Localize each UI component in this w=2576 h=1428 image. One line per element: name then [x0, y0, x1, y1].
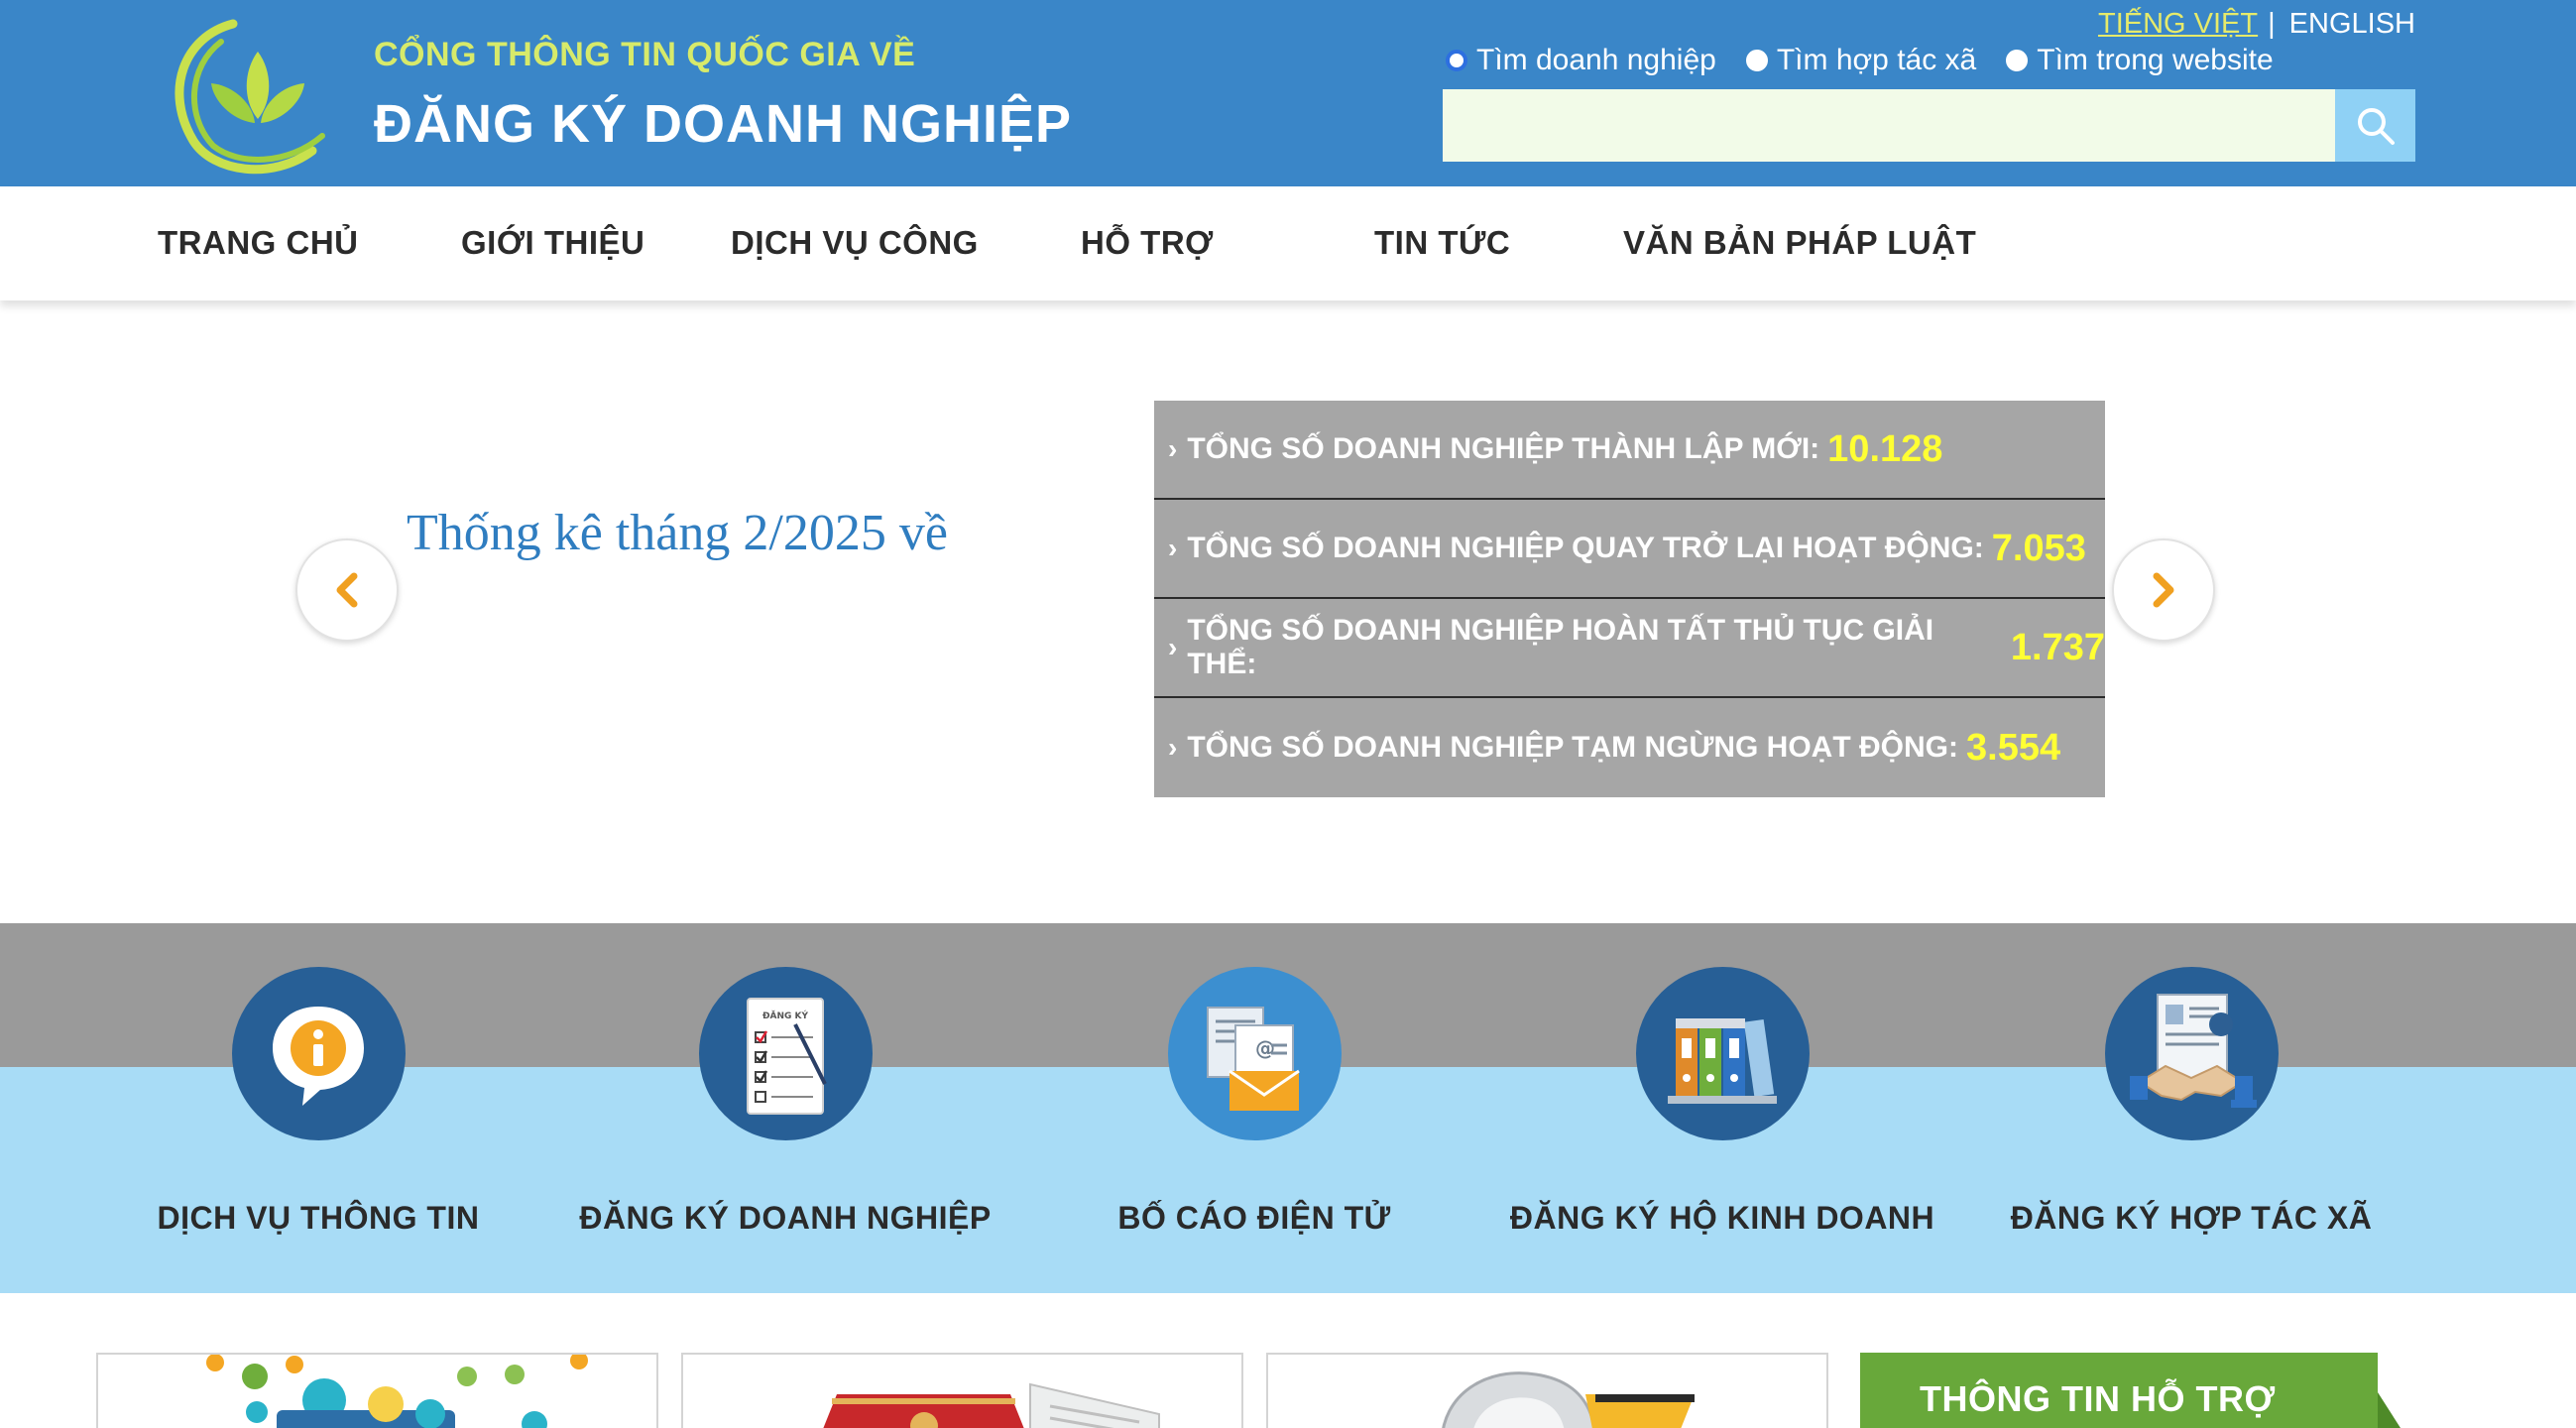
news-card-3[interactable] [1266, 1353, 1828, 1428]
radio-label: Tìm hợp tác xã [1776, 44, 1977, 76]
service-label: BỐ CÁO ĐIỆN TỬ [1117, 1200, 1391, 1236]
service-household-business[interactable]: ĐĂNG KÝ HỘ KINH DOANH [1510, 967, 1934, 1237]
nav-item-home[interactable]: TRANG CHỦ [158, 224, 358, 262]
stat-value: 10.128 [1827, 427, 1943, 470]
nav-item-public-services[interactable]: DỊCH VỤ CÔNG [731, 224, 979, 262]
news-card-1[interactable] [96, 1353, 658, 1428]
radio-selected-icon[interactable] [1446, 50, 1467, 71]
search-type-group: Tìm doanh nghiệp Tìm hợp tác xã Tìm tron… [1446, 44, 2274, 77]
stat-value: 7.053 [1991, 527, 2086, 569]
radio-label: Tìm doanh nghiệp [1476, 44, 1716, 76]
service-information[interactable]: DỊCH VỤ THÔNG TIN [120, 967, 517, 1237]
slider-title: Thống kê tháng 2/2025 về [407, 505, 948, 561]
slider-next-button[interactable] [2112, 538, 2215, 642]
stat-row-new[interactable]: › TỔNG SỐ DOANH NGHIỆP THÀNH LẬP MỚI: 10… [1154, 401, 2105, 500]
radio-label: Tìm trong website [2037, 44, 2274, 76]
email-document-icon[interactable]: @ [1167, 967, 1342, 1140]
lang-vietnamese-link[interactable]: TIẾNG VIỆT [2098, 8, 2258, 41]
stat-label: TỔNG SỐ DOANH NGHIỆP HOÀN TẤT THỦ TỤC GI… [1187, 614, 1934, 680]
service-label: ĐĂNG KÝ HỢP TÁC XÃ [2010, 1200, 2373, 1236]
brand-subtitle: CỔNG THÔNG TIN QUỐC GIA VỀ [374, 36, 916, 73]
stat-label: TỔNG SỐ DOANH NGHIỆP TẠM NGỪNG HOẠT ĐỘNG… [1187, 731, 1958, 764]
news-card-2[interactable] [681, 1353, 1243, 1428]
chevron-right-icon: › [1168, 732, 1178, 763]
support-title: THÔNG TIN HỖ TRỢ [1920, 1378, 2276, 1419]
nav-item-about[interactable]: GIỚI THIỆU [461, 224, 644, 262]
service-label: ĐĂNG KÝ DOANH NGHIỆP [579, 1200, 992, 1236]
search-type-website[interactable]: Tìm trong website [2006, 44, 2274, 77]
nav-item-support[interactable]: HỖ TRỢ [1081, 224, 1214, 262]
stat-value: 1.737 [2010, 626, 2105, 668]
certificate-illustration-icon [823, 1382, 1160, 1428]
handshake-contract-icon[interactable] [2104, 967, 2279, 1140]
binders-icon[interactable] [1635, 967, 1810, 1140]
form-title: ĐĂNG KÝ [762, 1010, 809, 1021]
stat-label: TỔNG SỐ DOANH NGHIỆP THÀNH LẬP MỚI: [1187, 432, 1820, 465]
search-type-cooperative[interactable]: Tìm hợp tác xã [1745, 44, 1977, 77]
nav-item-legal-documents[interactable]: VĂN BẢN PHÁP LUẬT [1623, 224, 1976, 262]
brand-title[interactable]: ĐĂNG KÝ DOANH NGHIỆP [374, 93, 1072, 155]
main-nav: TRANG CHỦ GIỚI THIỆU DỊCH VỤ CÔNG HỖ TRỢ… [0, 186, 2576, 300]
lang-english-link[interactable]: ENGLISH [2289, 8, 2415, 41]
svg-text:@: @ [1255, 1036, 1275, 1060]
service-cooperative-registration[interactable]: ĐĂNG KÝ HỢP TÁC XÃ [1993, 967, 2390, 1237]
panel-corner-icon [2350, 1353, 2409, 1428]
service-label: ĐĂNG KÝ HỘ KINH DOANH [1509, 1200, 1935, 1236]
stat-row-dissolved[interactable]: › TỔNG SỐ DOANH NGHIỆP HOÀN TẤT THỦ TỤC … [1154, 599, 2105, 698]
support-info-panel[interactable]: THÔNG TIN HỖ TRỢ [1860, 1353, 2409, 1428]
search-type-enterprise[interactable]: Tìm doanh nghiệp [1446, 44, 1716, 77]
search-input[interactable] [1443, 89, 2335, 162]
slider-prev-button[interactable] [295, 538, 399, 642]
statistics-panel: › TỔNG SỐ DOANH NGHIỆP THÀNH LẬP MỚI: 10… [1154, 401, 2105, 797]
stat-label: TỔNG SỐ DOANH NGHIỆP QUAY TRỞ LẠI HOẠT Đ… [1187, 532, 1984, 564]
service-electronic-announcement[interactable]: @ BỐ CÁO ĐIỆN TỬ [1056, 967, 1453, 1237]
info-bubble-icon[interactable] [231, 967, 406, 1140]
service-business-registration[interactable]: ĐĂNG KÝ ĐĂNG KÝ DOANH NGHIỆP [579, 967, 991, 1237]
lang-separator: | [2268, 8, 2276, 40]
chevron-right-icon [2153, 572, 2174, 608]
language-switcher: TIẾNG VIỆT | ENGLISH [2098, 8, 2415, 41]
nav-item-news[interactable]: TIN TỨC [1374, 224, 1510, 262]
radio-icon[interactable] [2006, 50, 2029, 71]
chevron-right-icon: › [1168, 533, 1178, 563]
chevron-right-icon: › [1168, 433, 1178, 464]
logo-icon[interactable] [164, 12, 337, 178]
stat-row-returned[interactable]: › TỔNG SỐ DOANH NGHIỆP QUAY TRỞ LẠI HOẠT… [1154, 500, 2105, 599]
chevron-left-icon [336, 572, 358, 608]
chevron-right-icon: › [1168, 632, 1178, 662]
stat-row-suspended[interactable]: › TỔNG SỐ DOANH NGHIỆP TẠM NGỪNG HOẠT ĐỘ… [1154, 698, 2105, 797]
site-header: CỔNG THÔNG TIN QUỐC GIA VỀ ĐĂNG KÝ DOANH… [0, 0, 2576, 186]
document-tray-illustration-icon [1442, 1371, 1695, 1428]
search-button[interactable] [2335, 89, 2415, 162]
radio-icon[interactable] [1745, 50, 1768, 71]
stat-value: 3.554 [1966, 726, 2061, 769]
service-label: DỊCH VỤ THÔNG TIN [157, 1200, 480, 1236]
digital-services-illustration-icon [206, 1355, 588, 1428]
registration-form-icon[interactable]: ĐĂNG KÝ [698, 967, 873, 1140]
search-icon [2357, 107, 2395, 145]
